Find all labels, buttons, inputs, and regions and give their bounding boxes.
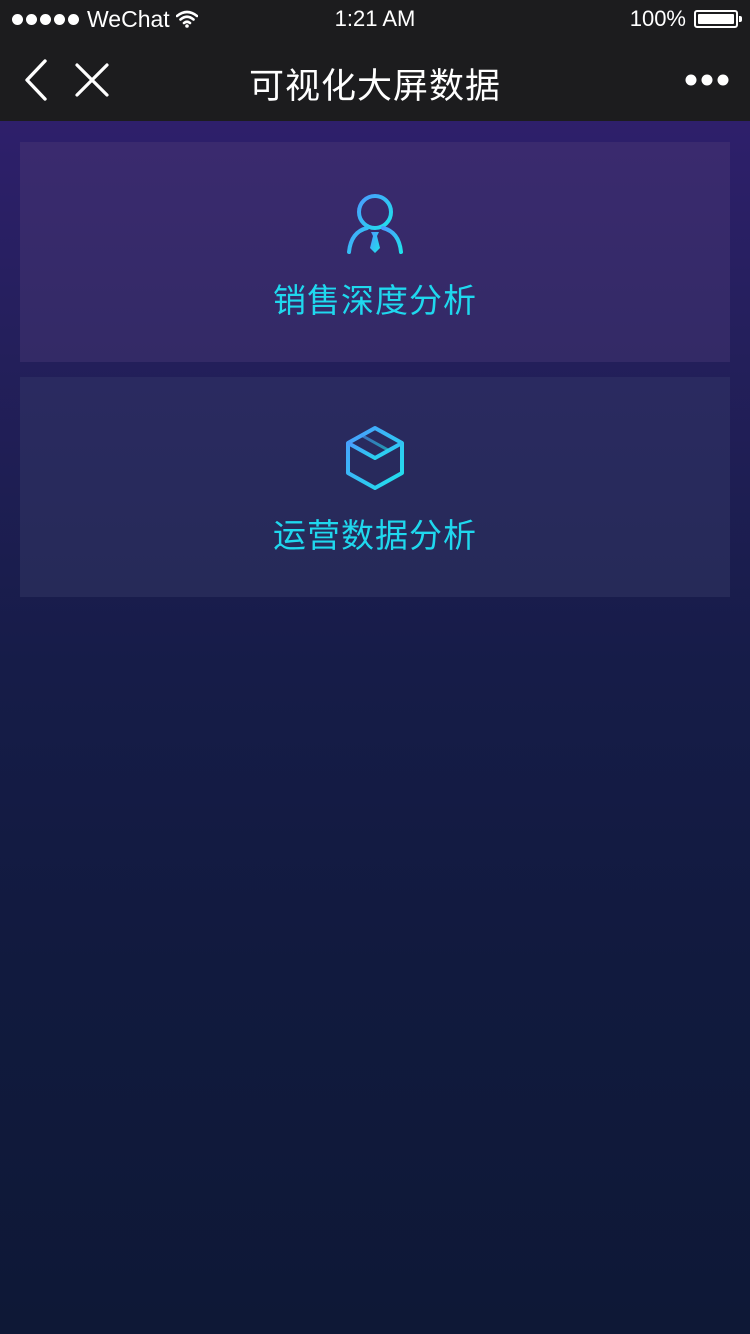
card-label: 销售深度分析 (273, 281, 477, 320)
page-title: 可视化大屏数据 (248, 67, 501, 107)
main-content: 销售深度分析 运营数据分析 (0, 121, 750, 1334)
user-tie-icon (347, 194, 403, 254)
card-sales-analysis[interactable]: 销售深度分析 (20, 142, 730, 362)
card-operations-analysis[interactable]: 运营数据分析 (20, 377, 730, 597)
battery-percentage: 100% (629, 6, 686, 31)
nav-bar: 可视化大屏数据 (0, 40, 750, 121)
status-bar: WeChat 1:21 AM 100% (0, 0, 750, 40)
card-label: 运营数据分析 (273, 516, 477, 555)
more-button[interactable] (682, 56, 732, 104)
battery-icon (694, 10, 742, 28)
status-right: 100% (629, 6, 742, 32)
more-icon (685, 74, 729, 86)
battery-level (698, 14, 734, 24)
cube-icon (346, 426, 404, 490)
